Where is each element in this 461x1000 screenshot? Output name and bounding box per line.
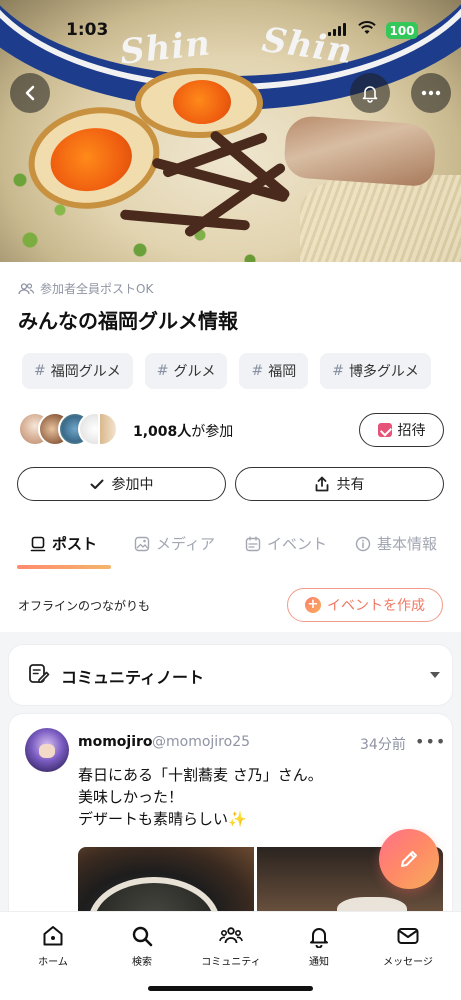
note-edit-icon [28,663,50,689]
community-note-card[interactable]: コミュニティノート [9,645,452,705]
notification-settings-button[interactable] [350,73,390,113]
share-icon [315,476,328,492]
community-tabs: ポスト メディア イベント 基本情報 [0,525,461,569]
calendar-icon [245,535,261,551]
nav-notifications[interactable]: 通知 [274,924,364,968]
hashtag-chip[interactable]: # 博多グルメ [320,353,431,389]
mail-icon [397,928,419,944]
image-icon [134,536,150,551]
hashtag-chip[interactable]: # 福岡 [239,353,309,389]
nav-community[interactable]: コミュニティ [186,924,276,968]
post-permission: 参加者全員ポストOK [18,280,153,297]
tab-media[interactable]: メディア [134,533,215,554]
hashtag-chip[interactable]: # グルメ [144,353,228,389]
more-options-button[interactable] [411,73,451,113]
status-bar: 1:03 100 [0,0,461,44]
post-more-icon[interactable]: ••• [415,732,446,751]
egg-top [135,68,263,138]
tab-info[interactable]: 基本情報 [355,533,437,554]
compose-post-button[interactable] [379,829,439,889]
community-note-label: コミュニティノート [61,668,205,687]
post-card[interactable]: momojiro @momojiro25 34分前 ••• 春日にある「十割蕎麦… [9,714,452,934]
chashu-pork [283,114,437,188]
bell-icon [362,86,378,103]
post-icon [30,536,46,551]
joined-button[interactable]: 参加中 [17,467,226,501]
cellular-signal-icon [328,23,346,36]
post-username[interactable]: momojiro [78,734,153,750]
pencil-icon [401,851,417,867]
noodles [300,175,461,262]
member-avatars[interactable] [18,412,118,448]
post-permission-label: 参加者全員ポストOK [40,282,154,296]
invite-button[interactable]: 招待 [359,413,444,447]
post-timestamp: 34分前 [360,737,406,753]
post-body: 春日にある「十割蕎麦 さ乃」さん。 美味しかった！ デザートも素晴らしい✨ [78,766,323,828]
nav-search[interactable]: 検索 [97,924,187,968]
member-count: 1,008人が参加 [133,424,234,440]
share-button[interactable]: 共有 [235,467,444,501]
plus-icon: + [305,597,321,613]
home-indicator [148,986,313,991]
status-time: 1:03 [66,20,109,40]
hashtag-list: # 福岡グルメ # グルメ # 福岡 # 博多グルメ [22,353,431,389]
invite-icon [377,423,392,437]
active-tab-indicator [17,565,111,569]
tab-posts[interactable]: ポスト [30,533,97,554]
hashtag-chip[interactable]: # 福岡グルメ [22,353,133,389]
search-icon [132,926,153,947]
nav-home[interactable]: ホーム [8,924,98,968]
bell-icon [310,928,328,948]
battery-indicator: 100 [386,22,418,39]
offline-caption: オフラインのつながりも [18,599,151,613]
create-event-button[interactable]: + イベントを作成 [287,588,443,622]
chevron-left-icon [25,85,35,101]
chevron-down-icon [430,672,440,678]
check-icon [90,479,103,489]
home-icon [43,926,63,946]
post-handle: @momojiro25 [152,734,251,750]
avatar [98,412,118,446]
people-icon [18,282,34,294]
tab-events[interactable]: イベント [245,533,327,554]
avatar[interactable] [25,728,69,772]
nav-messages[interactable]: メッセージ [363,924,453,968]
community-icon [219,927,243,944]
info-icon [355,536,371,551]
community-title: みんなの福岡グルメ情報 [18,309,238,333]
back-button[interactable] [10,73,50,113]
more-horizontal-icon [421,90,441,96]
wifi-icon [358,20,376,39]
